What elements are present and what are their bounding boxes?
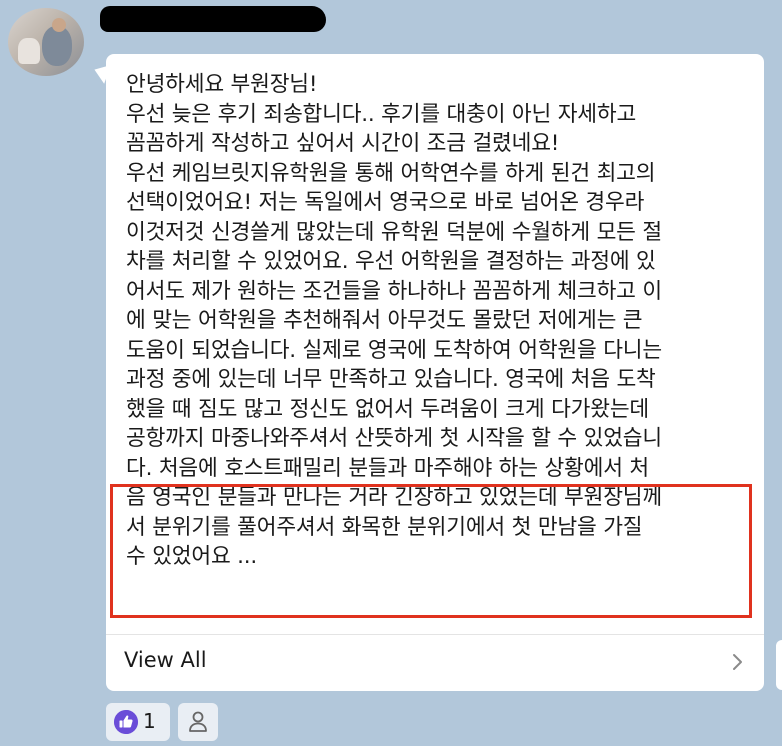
message-line: 음 영국인 분들과 만나는 거라 긴장하고 있었는데 부원장님께 [126, 485, 662, 510]
person-icon [189, 711, 207, 732]
message-line: 수 있었어요 ... [126, 544, 258, 569]
sender-avatar[interactable] [8, 8, 84, 76]
message-line: 도움이 되었습니다. 실제로 영국에 도착하여 어학원을 다니는 [126, 337, 662, 363]
message-line: 우선 늦은 후기 죄송합니다.. 후기를 대충이 아닌 자세하고 [126, 101, 637, 127]
message-line: 선택이었어요! 저는 독일에서 영국으로 바로 넘어온 경우라 [126, 190, 645, 215]
message-line: 에 맞는 어학원을 추천해줘서 아무것도 몰랐던 저에게는 큰 [126, 308, 643, 333]
message-line: 안녕하세요 부원장님! [126, 72, 318, 97]
view-all-label: View All [124, 648, 207, 672]
chevron-right-icon [733, 654, 742, 670]
view-all-button[interactable]: View All [106, 635, 764, 691]
message-line: 했을 때 짐도 많고 정신도 없어서 두려움이 크게 다가왔는데 [126, 396, 649, 422]
like-count: 1 [143, 709, 156, 733]
message-text: 안녕하세요 부원장님! 우선 늦은 후기 죄송합니다.. 후기를 대충이 아닌 … [126, 70, 756, 572]
adjacent-bubble-edge [776, 640, 782, 690]
message-bubble: 안녕하세요 부원장님! 우선 늦은 후기 죄송합니다.. 후기를 대충이 아닌 … [106, 54, 764, 691]
thumbs-up-icon [114, 710, 138, 734]
like-reaction-button[interactable]: 1 [106, 703, 170, 741]
participants-button[interactable] [178, 703, 218, 741]
message-line: 이것저것 신경쓸게 많았는데 유학원 덕분에 수월하게 모든 절 [126, 219, 662, 245]
message-line: 서 분위기를 풀어주셔서 화목한 분위기에서 첫 만남을 가질 [126, 514, 643, 540]
message-line: 차를 처리할 수 있었어요. 우선 어학원을 결정하는 과정에 있 [126, 249, 656, 274]
message-line: 다. 처음에 호스트패밀리 분들과 마주해야 하는 상황에서 처 [126, 455, 649, 481]
message-line: 공항까지 마중나와주셔서 산뜻하게 첫 시작을 할 수 있었습니 [126, 426, 662, 451]
message-line: 우선 케임브릿지유학원을 통해 어학연수를 하게 된건 최고의 [126, 160, 656, 186]
sender-name-redacted [100, 6, 326, 32]
message-line: 어서도 제가 원하는 조건들을 하나하나 꼼꼼하게 체크하고 이 [126, 278, 662, 304]
message-line: 과정 중에 있는데 너무 만족하고 있습니다. 영국에 처음 도착 [126, 367, 656, 392]
message-line: 꼼꼼하게 작성하고 싶어서 시간이 조금 걸렸네요! [126, 131, 560, 156]
